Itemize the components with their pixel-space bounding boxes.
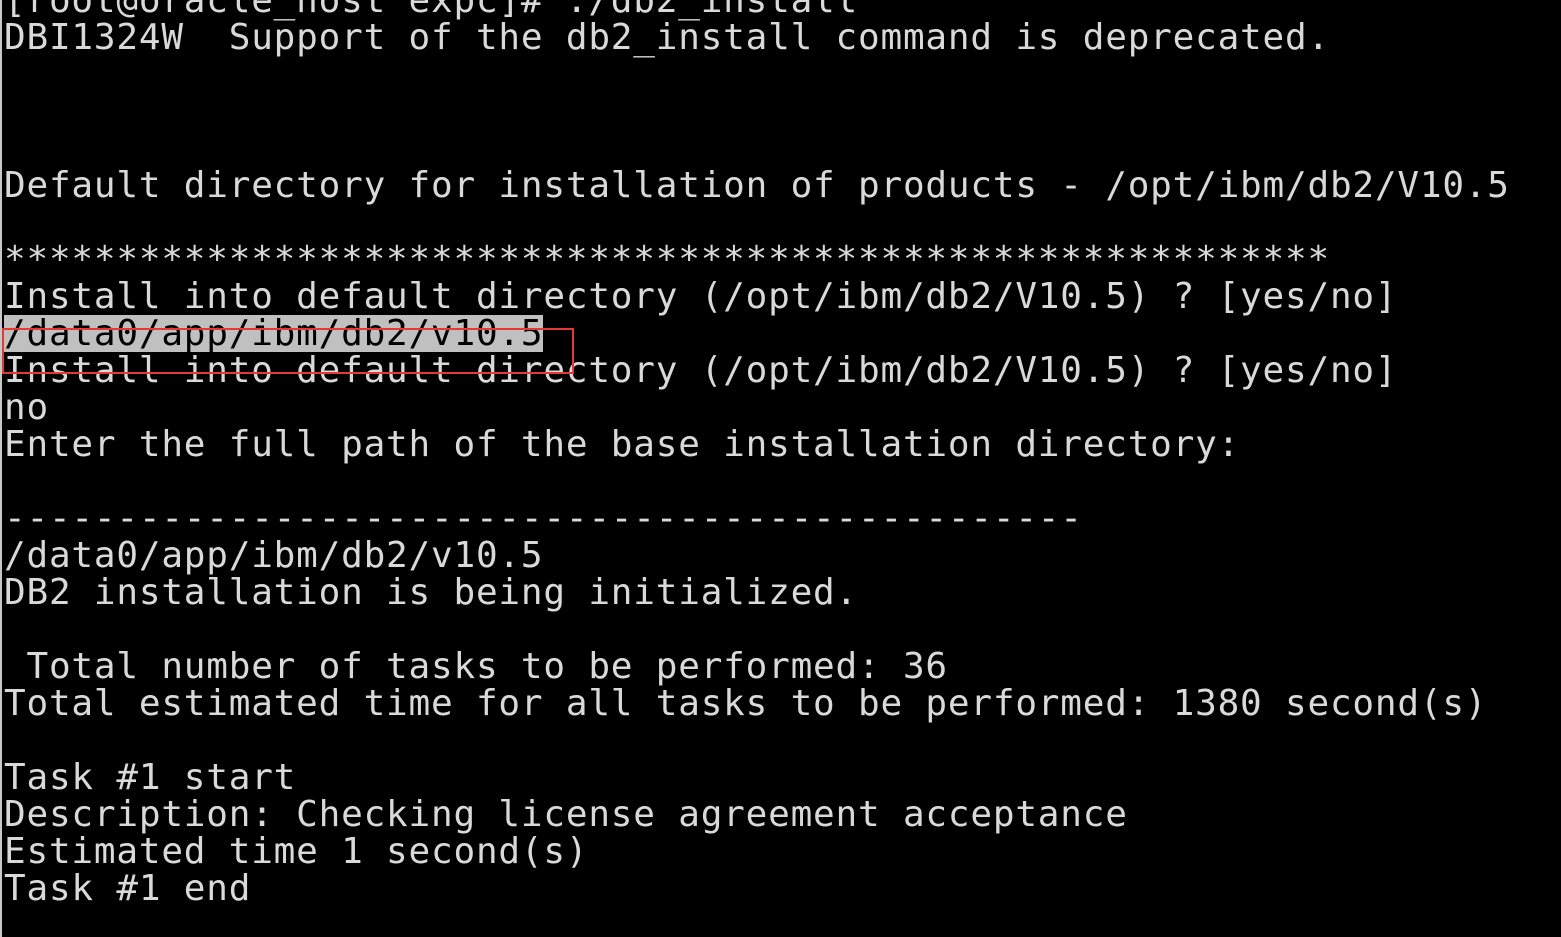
selected-text[interactable]: /data0/app/ibm/db2/v10.5 xyxy=(4,315,544,352)
terminal-line: Task #1 end xyxy=(4,868,252,909)
terminal-line: no xyxy=(4,387,49,428)
terminal-line: Task #1 start xyxy=(4,757,297,798)
terminal-line: Enter the full path of the base installa… xyxy=(4,424,1241,465)
window-border xyxy=(0,0,2,937)
terminal-line: /data0/app/ibm/db2/v10.5 xyxy=(4,535,544,576)
terminal-line: DBI1324W Support of the db2_install comm… xyxy=(4,17,1330,58)
terminal-line: ----------------------------------------… xyxy=(4,498,1083,539)
terminal-window[interactable]: [root@oracle_host expc]# ./db2_install D… xyxy=(0,0,1561,937)
terminal-line: Install into default directory (/opt/ibm… xyxy=(4,276,1398,317)
terminal-output: [root@oracle_host expc]# ./db2_install D… xyxy=(4,0,1510,907)
terminal-line: ****************************************… xyxy=(4,239,1330,280)
terminal-line: DB2 installation is being initialized. xyxy=(4,572,859,613)
terminal-line: Install into default directory (/opt/ibm… xyxy=(4,350,1398,391)
terminal-line: Total number of tasks to be performed: 3… xyxy=(4,646,948,687)
terminal-line: Description: Checking license agreement … xyxy=(4,794,1128,835)
terminal-line-selected[interactable]: /data0/app/ibm/db2/v10.5 xyxy=(4,315,1510,352)
terminal-line: Estimated time 1 second(s) xyxy=(4,831,589,872)
terminal-line: Total estimated time for all tasks to be… xyxy=(4,683,1488,724)
terminal-line: Default directory for installation of pr… xyxy=(4,165,1510,206)
